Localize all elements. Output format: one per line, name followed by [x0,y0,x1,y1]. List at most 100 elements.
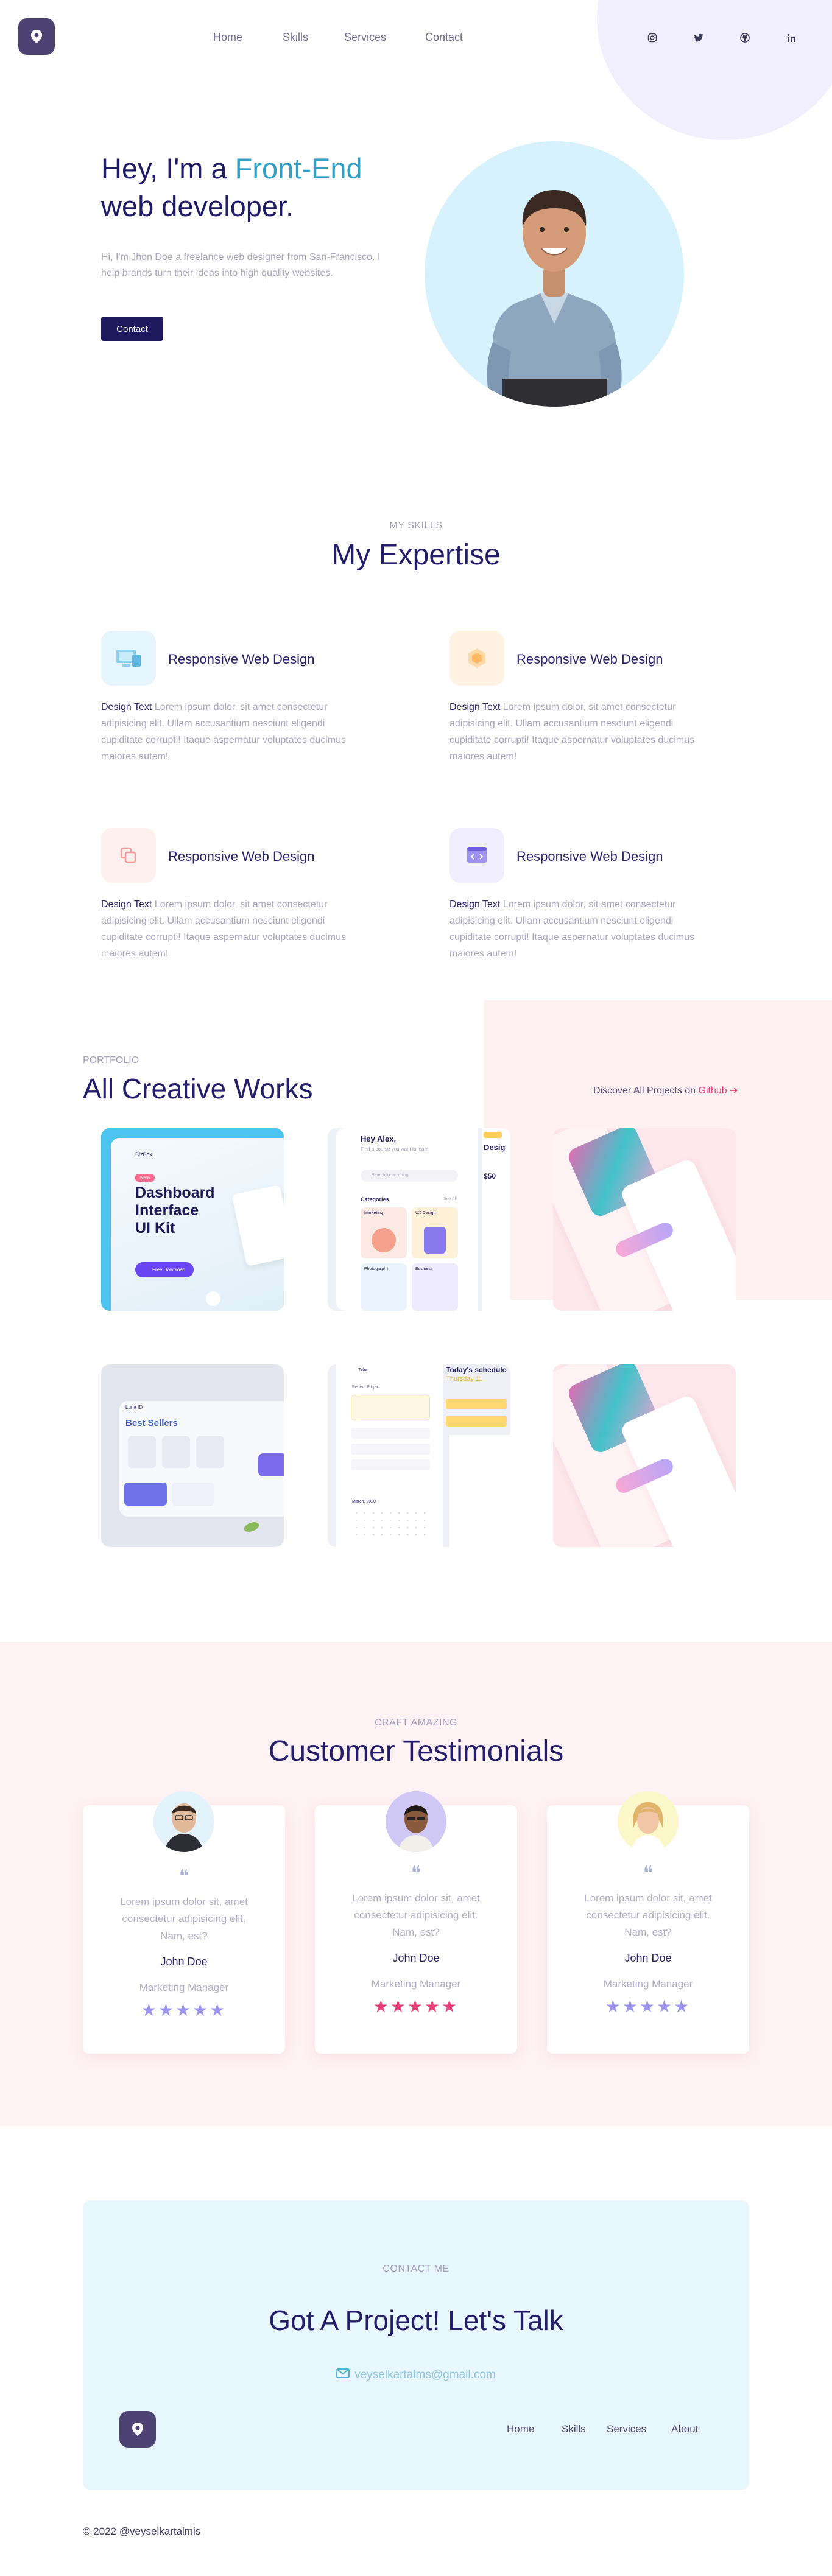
dashboard-heading-l1: Dashboard [135,1184,215,1201]
skill-title: Responsive Web Design [516,651,663,667]
skill-description: Design Text Lorem ipsum dolor, sit amet … [101,896,369,962]
schedule-task [351,1459,430,1470]
rating-stars: ★★★★★ [605,1997,691,2016]
testimonials-eyebrow: CRAFT AMAZING [375,1718,457,1728]
hero-title-line2: web developer. [101,190,294,222]
schedule-month: March, 2020 [352,1500,376,1504]
portfolio-card-nft-app-2[interactable] [553,1364,736,1547]
portrait-illustration [487,190,622,407]
skill-description: Design Text Lorem ipsum dolor, sit amet … [449,699,717,765]
portfolio-title: All Creative Works [83,1073,313,1104]
skill-icon-box [101,631,156,686]
schedule-label: Today's schedule [446,1366,507,1374]
rating-stars: ★★★★★ [141,2001,227,2020]
portfolio-card-nft-app[interactable] [553,1128,736,1311]
nav-services[interactable]: Services [344,31,386,44]
quote-icon: ❝ [178,1867,189,1887]
shop-product [128,1436,156,1468]
discover-prefix: Discover All Projects on [593,1086,699,1096]
schedule-calendar [352,1509,431,1540]
skill-title: Responsive Web Design [516,849,663,864]
portfolio-card-schedule[interactable]: Teba Recent Project March, 2020 Today's … [328,1364,510,1547]
portfolio-card-dashboard[interactable]: BizBox New Dashboard Interface UI Kit Fr… [101,1128,284,1311]
github-link-text: Github [698,1086,727,1096]
contact-section: CONTACT ME Got A Project! Let's Talk vey… [83,2200,749,2490]
layers-icon [468,648,485,668]
course-price: $50 [484,1172,496,1181]
discover-github-link[interactable]: Discover All Projects on Github ➔ [593,1084,738,1097]
logo-pin-icon [31,30,42,43]
instagram-icon[interactable] [646,31,659,44]
testimonial-text: Lorem ipsum dolor sit, amet consectetur … [352,1892,480,1938]
hero-contact-button[interactable]: Contact [101,317,163,341]
skill-title: Responsive Web Design [168,849,315,864]
schedule-recent: Recent Project [352,1385,380,1389]
dashboard-badge: New [135,1174,155,1182]
nav-skills[interactable]: Skills [283,31,308,44]
skills-eyebrow: MY SKILLS [389,521,443,531]
skill-title: Responsive Web Design [168,651,315,667]
linkedin-icon[interactable] [784,31,798,44]
contact-email-row[interactable]: veyselkartalms@gmail.com [83,2368,749,2382]
dashboard-heading-l2: Interface [135,1202,199,1219]
skill-description: Design Text Lorem ipsum dolor, sit amet … [449,896,717,962]
testimonial-text: Lorem ipsum dolor sit, amet consectetur … [584,1892,712,1938]
hero-description: Hi, I'm Jhon Doe a freelance web designe… [101,252,381,278]
skill-icon-box [449,631,504,686]
code-window-icon [467,847,487,863]
shop-product [196,1436,224,1468]
schedule-task [351,1444,430,1455]
twitter-icon[interactable] [692,31,705,44]
skill-icon-box [449,828,504,883]
github-icon[interactable] [738,31,752,44]
testimonial-name: John Doe [392,1952,440,1964]
hero-portrait [425,141,684,407]
skills-title: My Expertise [331,539,501,571]
logo-pin-icon [132,2423,143,2436]
avatar [618,1791,679,1852]
quote-icon: ❝ [643,1863,654,1883]
course-tile: Business [412,1263,458,1311]
footer-nav-home[interactable]: Home [507,2423,534,2435]
arrow-right-icon: ➔ [730,1086,738,1096]
contact-email: veyselkartalms@gmail.com [354,2368,496,2382]
mail-icon [336,2368,350,2382]
footer-nav-about[interactable]: About [671,2423,698,2435]
testimonial-name: John Doe [160,1956,208,1968]
hero-title-prefix: Hey, I'm a [101,152,235,184]
testimonials-section: CRAFT AMAZING Customer Testimonials ❝ Lo… [0,1642,832,2126]
course-tile: Marketing [361,1207,407,1258]
course-tile-label: Marketing [364,1211,383,1215]
avatar [386,1791,446,1852]
course-tile-label: Photography [364,1267,389,1271]
course-tile-label: UX Design [415,1211,436,1215]
copyright: © 2022 @veyselkartalmis [83,2525,201,2537]
course-tile: UX Design [412,1207,458,1258]
skill-lead: Design Text [449,899,501,910]
footer-nav-skills[interactable]: Skills [562,2423,586,2435]
header-decor-circle [597,0,832,140]
monitor-icon [116,650,141,667]
nav-home[interactable]: Home [213,31,242,44]
skill-description: Design Text Lorem ipsum dolor, sit amet … [101,699,369,765]
shop-side-tile [258,1453,284,1476]
portfolio-card-shop[interactable]: Luna ID Best Sellers [101,1364,284,1547]
schedule-task [351,1428,430,1439]
contact-title: Got A Project! Let's Talk [269,2304,563,2336]
nav-contact[interactable]: Contact [425,31,463,44]
testimonial-text: Lorem ipsum dolor sit, amet consectetur … [120,1896,248,1942]
quote-icon: ❝ [411,1863,421,1883]
course-search: Search for anything [361,1170,458,1182]
dashboard-download-button: Free Download [135,1262,194,1277]
skill-lead: Design Text [101,899,152,910]
schedule-event [446,1416,507,1427]
site-logo[interactable] [18,18,55,55]
shop-tile [172,1483,214,1506]
rating-stars: ★★★★★ [373,1997,459,2016]
footer-nav-services[interactable]: Services [607,2423,646,2435]
footer-logo[interactable] [119,2411,156,2448]
testimonial-name: John Doe [624,1952,672,1964]
dashboard-heading-l3: UI Kit [135,1220,175,1237]
portfolio-card-course-app[interactable]: Hey Alex, Find a course you want to lear… [328,1128,510,1311]
course-sub: Find a course you want to learn [361,1146,429,1152]
